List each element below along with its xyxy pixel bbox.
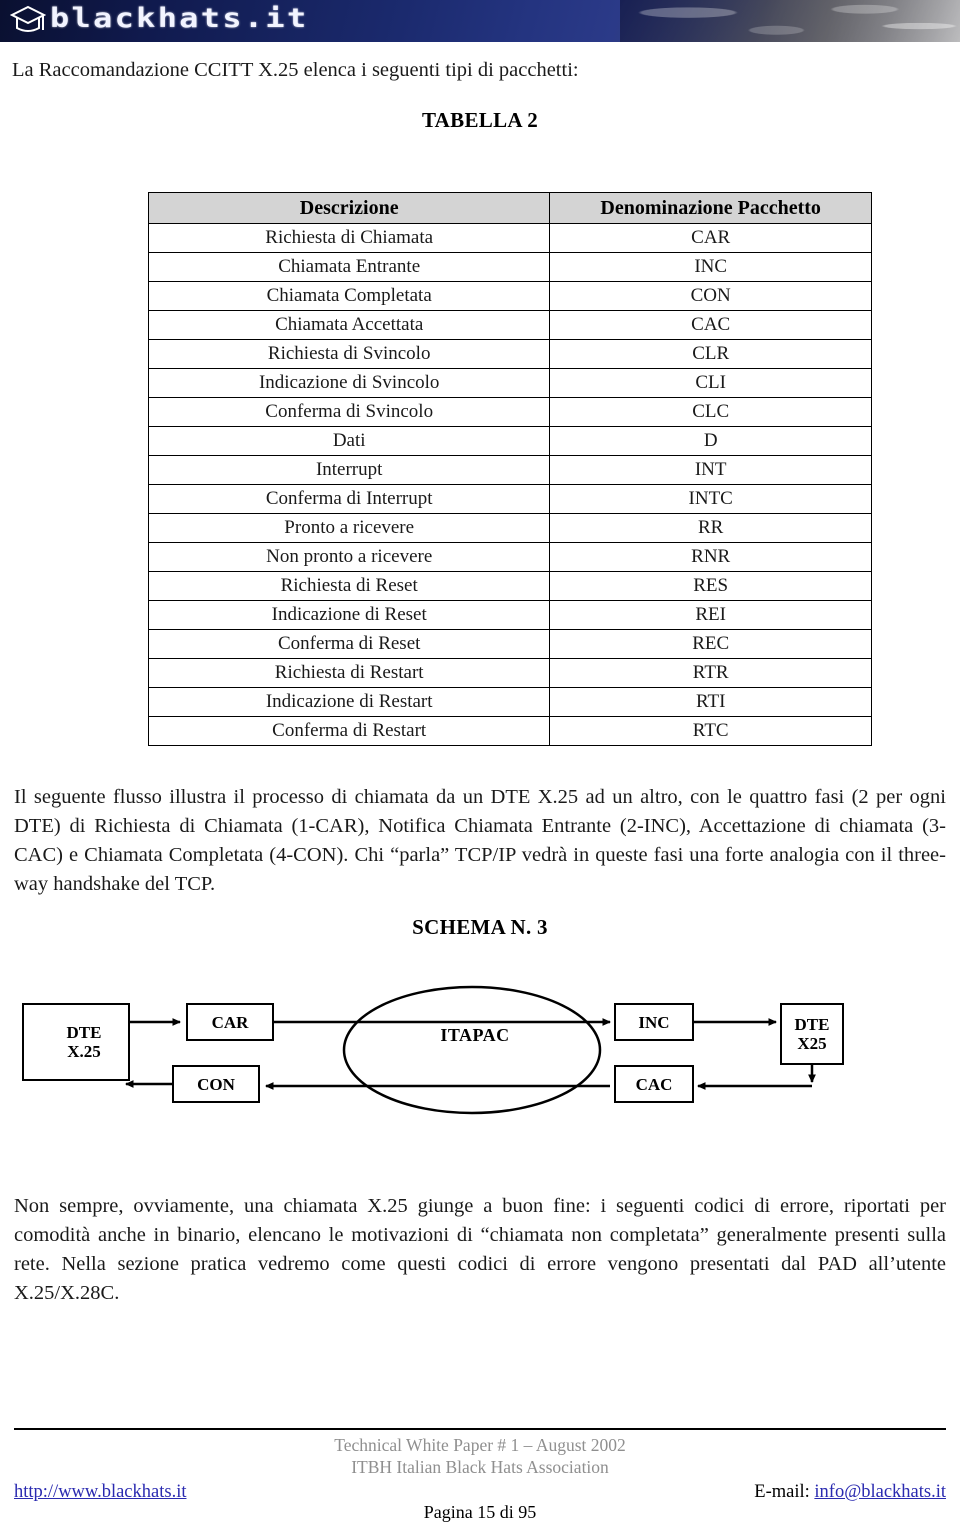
- cell-descrizione: Dati: [147, 426, 551, 456]
- table-row: Conferma di Interrupt INTC: [147, 484, 872, 514]
- table-title: TABELLA 2: [421, 108, 539, 132]
- cell-denominazione: REI: [549, 600, 872, 630]
- error-codes-paragraph: Non sempre, ovviamente, una chiamata X.2…: [14, 1195, 946, 1304]
- node-cac: CAC: [614, 1065, 694, 1103]
- table-row: Interrupt INT: [147, 455, 872, 485]
- cell-descrizione: Chiamata Entrante: [147, 252, 551, 282]
- node-itapac-label: ITAPAC: [440, 1025, 510, 1045]
- footer-email-link[interactable]: info@blackhats.it: [814, 1482, 946, 1502]
- table-row: Richiesta di Restart RTR: [147, 658, 872, 688]
- cell-descrizione: Richiesta di Svincolo: [147, 339, 551, 369]
- footer-page-number: Pagina 15 di 95: [423, 1502, 537, 1522]
- cell-descrizione: Richiesta di Reset: [147, 571, 551, 601]
- table-row: Conferma di Svincolo CLC: [147, 397, 872, 427]
- node-dte-left: DTE X.25: [22, 1003, 130, 1081]
- table-row: Richiesta di Svincolo CLR: [147, 339, 872, 369]
- cell-descrizione: Indicazione di Restart: [147, 687, 551, 717]
- cell-descrizione: Conferma di Restart: [147, 716, 551, 746]
- cell-descrizione: Chiamata Completata: [147, 281, 551, 311]
- cell-denominazione: CAC: [549, 310, 872, 340]
- table-header-row: Descrizione Denominazione Pacchetto: [147, 192, 872, 224]
- table-row: Richiesta di Chiamata CAR: [147, 223, 872, 253]
- node-inc: INC: [614, 1003, 694, 1041]
- cell-descrizione: Conferma di Reset: [147, 629, 551, 659]
- footer-divider: [14, 1428, 946, 1430]
- cell-descrizione: Conferma di Interrupt: [147, 484, 551, 514]
- cell-denominazione: INTC: [549, 484, 872, 514]
- graduation-cap-icon: [10, 5, 46, 32]
- footer-line-1: Technical White Paper # 1 – August 2002: [334, 1435, 626, 1455]
- cell-descrizione: Pronto a ricevere: [147, 513, 551, 543]
- cell-denominazione: CLI: [549, 368, 872, 398]
- cell-descrizione: Indicazione di Reset: [147, 600, 551, 630]
- cell-denominazione: CLR: [549, 339, 872, 369]
- table-row: Indicazione di Svincolo CLI: [147, 368, 872, 398]
- footer-imprint: Technical White Paper # 1 – August 2002 …: [0, 1434, 960, 1478]
- cell-denominazione: CLC: [549, 397, 872, 427]
- footer-email-block: E-mail: info@blackhats.it: [754, 1482, 946, 1503]
- node-car: CAR: [186, 1003, 274, 1041]
- footer-line-2: ITBH Italian Black Hats Association: [351, 1457, 609, 1477]
- footer-website-link[interactable]: http://www.blackhats.it: [14, 1482, 186, 1503]
- table-row: Chiamata Entrante INC: [147, 252, 872, 282]
- cell-descrizione: Richiesta di Chiamata: [147, 223, 551, 253]
- footer-email-label: E-mail:: [754, 1482, 815, 1502]
- cell-denominazione: INC: [549, 252, 872, 282]
- table-row: Conferma di Reset REC: [147, 629, 872, 659]
- cell-denominazione: RNR: [549, 542, 872, 572]
- cell-descrizione: Richiesta di Restart: [147, 658, 551, 688]
- cell-descrizione: Interrupt: [147, 455, 551, 485]
- table-row: Chiamata Accettata CAC: [147, 310, 872, 340]
- table-row: Non pronto a ricevere RNR: [147, 542, 872, 572]
- cell-denominazione: CAR: [549, 223, 872, 253]
- flow-description-paragraph: Il seguente flusso illustra il processo …: [14, 786, 946, 895]
- cell-denominazione: REC: [549, 629, 872, 659]
- schema-diagram: DTE X.25 CAR CON INC CAC DTE X25 ITAPAC: [0, 985, 960, 1135]
- site-banner: blackhats.it: [0, 0, 960, 42]
- cell-descrizione: Conferma di Svincolo: [147, 397, 551, 427]
- node-con: CON: [172, 1065, 260, 1103]
- packet-types-table: Descrizione Denominazione Pacchetto Rich…: [147, 192, 872, 746]
- table-row: Conferma di Restart RTC: [147, 716, 872, 746]
- cell-denominazione: RR: [549, 513, 872, 543]
- schema-title: SCHEMA N. 3: [412, 915, 548, 939]
- cell-denominazione: RTC: [549, 716, 872, 746]
- intro-sentence: La Raccomandazione CCITT X.25 elenca i s…: [12, 59, 579, 81]
- column-header-descrizione: Descrizione: [147, 192, 551, 224]
- node-dte-right: DTE X25: [780, 1003, 844, 1065]
- cell-denominazione: INT: [549, 455, 872, 485]
- banner-wordmark: blackhats.it: [50, 3, 309, 34]
- table-row: Pronto a ricevere RR: [147, 513, 872, 543]
- table-row: Chiamata Completata CON: [147, 281, 872, 311]
- cell-denominazione: CON: [549, 281, 872, 311]
- table-row: Indicazione di Reset REI: [147, 600, 872, 630]
- cell-denominazione: RES: [549, 571, 872, 601]
- cell-descrizione: Non pronto a ricevere: [147, 542, 551, 572]
- table-row: Indicazione di Restart RTI: [147, 687, 872, 717]
- cell-denominazione: D: [549, 426, 872, 456]
- column-header-denominazione: Denominazione Pacchetto: [549, 192, 872, 224]
- cell-descrizione: Indicazione di Svincolo: [147, 368, 551, 398]
- cell-descrizione: Chiamata Accettata: [147, 310, 551, 340]
- cell-denominazione: RTI: [549, 687, 872, 717]
- cell-denominazione: RTR: [549, 658, 872, 688]
- banner-photo-overlay: [620, 0, 960, 42]
- table-row: Richiesta di Reset RES: [147, 571, 872, 601]
- table-row: Dati D: [147, 426, 872, 456]
